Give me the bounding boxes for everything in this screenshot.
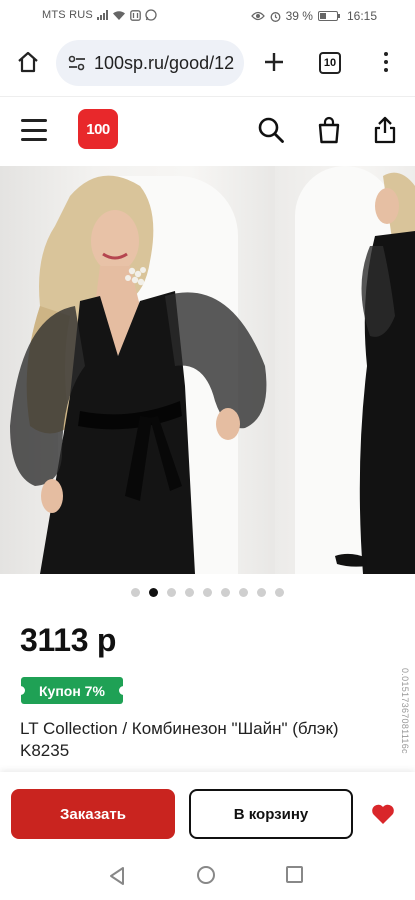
- pagination-dot[interactable]: [257, 588, 266, 597]
- shopping-bag-icon: [318, 116, 340, 144]
- home-circle-icon[interactable]: [197, 866, 215, 884]
- pagination-dot[interactable]: [275, 588, 284, 597]
- pagination-dot[interactable]: [185, 588, 194, 597]
- site-settings-icon[interactable]: [66, 52, 88, 74]
- system-navigation-bar: [0, 856, 415, 900]
- pagination-dot-active[interactable]: [149, 588, 158, 597]
- pagination-dot[interactable]: [221, 588, 230, 597]
- product-price: 3113 р: [20, 622, 117, 658]
- nfc-icon: [130, 9, 141, 21]
- recent-apps-icon[interactable]: [286, 866, 303, 883]
- favorite-button[interactable]: [370, 802, 396, 826]
- pagination-dot[interactable]: [239, 588, 248, 597]
- site-logo[interactable]: 100: [78, 109, 118, 149]
- clock: 16:15: [346, 9, 377, 23]
- battery-icon: [317, 11, 340, 21]
- browser-toolbar: 100sp.ru/good/12 10: [0, 32, 415, 96]
- share-icon: [374, 116, 396, 144]
- product-title: LT Collection / Комбинезон "Шайн" (блэк)…: [20, 719, 339, 760]
- signal-icon: [96, 10, 108, 20]
- site-header: 100: [0, 96, 415, 167]
- search-button[interactable]: [256, 115, 286, 145]
- eye-comfort-icon: [250, 11, 265, 21]
- product-photo-side[interactable]: [275, 166, 415, 574]
- pagination-dot[interactable]: [131, 588, 140, 597]
- battery-percent: 39 %: [285, 9, 313, 23]
- search-icon: [258, 117, 284, 143]
- plus-icon: [265, 53, 283, 71]
- new-tab-button[interactable]: [258, 46, 290, 78]
- share-button[interactable]: [370, 115, 400, 145]
- url-text: 100sp.ru/good/12: [94, 52, 235, 73]
- add-to-cart-button[interactable]: В корзину: [189, 789, 353, 839]
- alarm-icon: [270, 11, 281, 22]
- cart-button[interactable]: [314, 115, 344, 145]
- product-photo-front[interactable]: [0, 166, 272, 574]
- whatsapp-icon: [145, 9, 157, 21]
- home-button[interactable]: [12, 46, 44, 78]
- status-bar: MTS RUS 39 % 16:15: [0, 0, 415, 32]
- wifi-icon: [112, 10, 125, 20]
- tab-switcher-button[interactable]: 10: [319, 52, 341, 74]
- coupon-badge[interactable]: Купон 7%: [16, 677, 128, 704]
- gallery-pagination: [0, 588, 415, 600]
- hamburger-menu-icon[interactable]: [21, 119, 47, 141]
- pagination-dot[interactable]: [167, 588, 176, 597]
- purchase-action-bar: Заказать В корзину: [0, 772, 415, 856]
- carrier-name: MTS RUS: [42, 9, 93, 21]
- order-button[interactable]: Заказать: [11, 789, 175, 839]
- product-image-gallery[interactable]: [0, 166, 415, 574]
- address-bar[interactable]: 100sp.ru/good/12: [56, 40, 244, 86]
- heart-icon: [372, 804, 394, 824]
- more-options-button[interactable]: [372, 46, 400, 78]
- home-icon: [18, 51, 38, 73]
- pagination-dot[interactable]: [203, 588, 212, 597]
- battery-level-fill: [319, 13, 326, 19]
- back-icon[interactable]: [108, 866, 126, 886]
